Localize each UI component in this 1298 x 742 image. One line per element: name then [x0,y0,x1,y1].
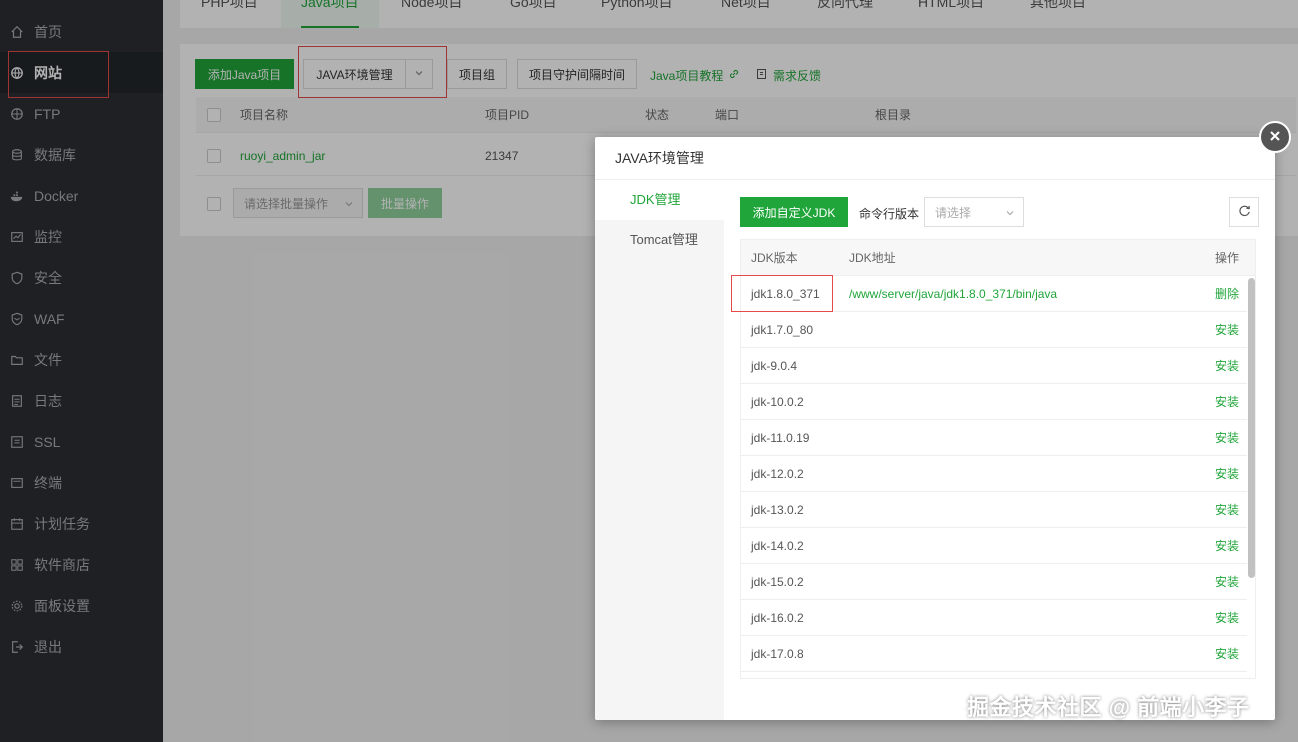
jdk-version: jdk-10.0.2 [751,395,804,409]
close-icon [1268,129,1282,146]
table-row: jdk-9.0.4 安装 [741,348,1247,384]
jdk-action-link[interactable]: 安装 [1215,600,1239,636]
watermark: 掘金技术社区 @ 前端小李子 [967,695,1250,720]
modal-close-button[interactable] [1259,121,1291,153]
jdk-version: jdk-16.0.2 [751,611,804,625]
jdk-action-link[interactable]: 安装 [1215,492,1239,528]
header-action: 操作 [1215,251,1240,265]
jdk-action-link[interactable]: 安装 [1215,456,1239,492]
table-row: jdk-17.0.8 安装 [741,636,1247,672]
jdk-action-link[interactable]: 安装 [1215,348,1239,384]
jdk-table-scrollbar[interactable] [1248,278,1255,578]
jdk-version: jdk-17.0.8 [751,647,804,661]
header-jdk-version: JDK版本 [751,251,798,265]
table-row: jdk-13.0.2 安装 [741,492,1247,528]
jdk-action-link[interactable]: 安装 [1215,420,1239,456]
tab-jdk-manage[interactable]: JDK管理 [595,180,724,220]
jdk-version: jdk-14.0.2 [751,539,804,553]
cmd-version-select[interactable]: 请选择 [924,197,1024,227]
jdk-action-link[interactable]: 安装 [1215,384,1239,420]
jdk-version: jdk-9.0.4 [751,359,798,373]
jdk-action-link[interactable]: 安装 [1215,312,1239,348]
jdk-action-link[interactable]: 安装 [1215,564,1239,600]
jdk-version: jdk-15.0.2 [751,575,804,589]
modal-title: JAVA环境管理 [595,137,1275,180]
table-row: jdk-15.0.2 安装 [741,564,1247,600]
jdk-action-link[interactable]: 删除 [1215,276,1239,312]
table-row: jdk1.7.0_80 安装 [741,312,1247,348]
jdk-action-link[interactable]: 安装 [1215,636,1239,672]
jdk-table: JDK版本 JDK地址 操作 jdk1.8.0_371/www/server/j… [740,239,1256,679]
cmd-version-placeholder: 请选择 [935,205,972,220]
chevron-down-icon [1005,207,1015,221]
jdk-version: jdk1.8.0_371 [751,287,820,301]
modal-side-nav: JDK管理 Tomcat管理 [595,180,724,720]
jdk-version: jdk-12.0.2 [751,467,804,481]
table-row: jdk-12.0.2 安装 [741,456,1247,492]
jdk-path: /www/server/java/jdk1.8.0_371/bin/java [849,287,1058,301]
table-row: jdk-14.0.2 安装 [741,528,1247,564]
add-custom-jdk-button[interactable]: 添加自定义JDK [740,197,848,227]
cmd-version-label: 命令行版本 [859,207,920,221]
jdk-version: jdk-11.0.19 [751,431,810,445]
java-env-modal: JAVA环境管理 JDK管理 Tomcat管理 添加自定义JDK 命令行版本 请… [595,137,1275,720]
refresh-button[interactable] [1229,197,1259,227]
header-jdk-path: JDK地址 [849,251,896,265]
jdk-version: jdk-13.0.2 [751,503,804,517]
table-row: jdk-10.0.2 安装 [741,384,1247,420]
refresh-icon [1238,204,1251,220]
table-row: jdk-16.0.2 安装 [741,600,1247,636]
table-row: jdk1.8.0_371/www/server/java/jdk1.8.0_37… [741,276,1247,312]
table-row: jdk-11.0.19 安装 [741,420,1247,456]
jdk-version: jdk1.7.0_80 [751,323,814,337]
tab-tomcat-manage[interactable]: Tomcat管理 [595,220,724,260]
jdk-table-header: JDK版本 JDK地址 操作 [741,240,1255,276]
jdk-action-link[interactable]: 安装 [1215,528,1239,564]
